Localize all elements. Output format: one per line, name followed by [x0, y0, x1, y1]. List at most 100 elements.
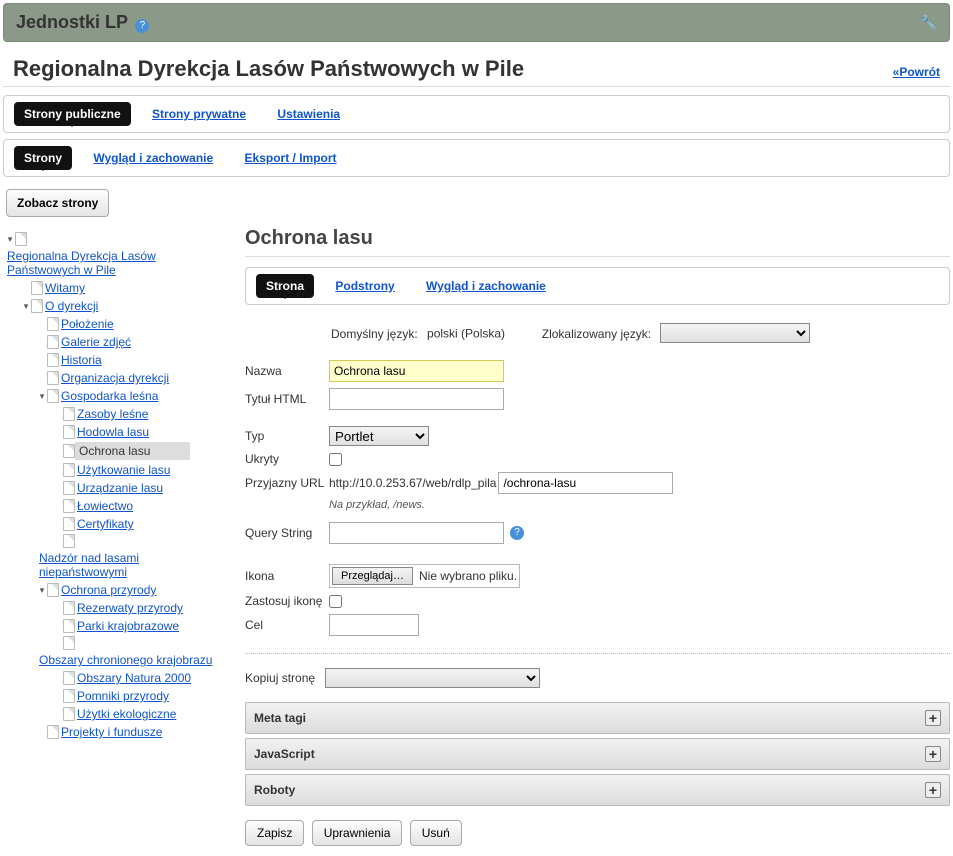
url-prefix: http://10.0.253.67/web/rdlp_pila [329, 476, 498, 490]
return-link[interactable]: «Powrót [893, 65, 940, 79]
page-icon [47, 371, 59, 385]
page-icon [47, 317, 59, 331]
tree-toggle[interactable]: ▾ [37, 391, 47, 402]
page-icon [63, 619, 75, 633]
copy-page-select[interactable] [325, 668, 540, 688]
page-icon [47, 335, 59, 349]
tree-item[interactable]: Położenie [59, 316, 116, 332]
type-select[interactable]: Portlet [329, 426, 429, 446]
page-icon [63, 636, 75, 650]
hidden-label: Ukryty [245, 452, 329, 466]
copy-label: Kopiuj stronę [245, 671, 315, 685]
help-icon[interactable]: ? [510, 526, 524, 540]
tree-toggle[interactable]: ▾ [5, 234, 15, 245]
tab-page[interactable]: Strona [256, 274, 314, 298]
page-icon [63, 707, 75, 721]
tree-item[interactable]: Projekty i fundusze [59, 724, 164, 740]
page-icon [63, 671, 75, 685]
panel-title: JavaScript [254, 747, 315, 761]
page-icon [63, 499, 75, 513]
tree-toggle[interactable]: ▾ [37, 585, 47, 596]
content-title: Ochrona lasu [245, 227, 950, 257]
tab-look-feel[interactable]: Wygląd i zachowanie [83, 146, 223, 170]
page-icon [63, 481, 75, 495]
tree-item[interactable]: Ochrona przyrody [59, 582, 158, 598]
tab-export-import[interactable]: Eksport / Import [235, 146, 347, 170]
icon-label: Ikona [245, 569, 329, 583]
tree-item[interactable]: Parki krajobrazowe [75, 618, 181, 634]
page-detail-tabs: Strona Podstrony Wygląd i zachowanie [245, 267, 950, 305]
page-icon [47, 583, 59, 597]
tab-look[interactable]: Wygląd i zachowanie [416, 274, 556, 298]
browse-button[interactable]: Przeglądaj… [332, 567, 413, 585]
page-icon [63, 463, 75, 477]
tree-item[interactable]: Urządzanie lasu [75, 480, 165, 496]
tab-public-pages[interactable]: Strony publiczne [14, 102, 131, 126]
tree-item[interactable]: Gospodarka leśna [59, 388, 160, 404]
tree-item[interactable]: Użytkowanie lasu [75, 462, 172, 478]
url-hint: Na przykład, /news. [245, 499, 950, 511]
expand-icon[interactable]: + [925, 710, 941, 726]
page-icon [63, 689, 75, 703]
expand-icon[interactable]: + [925, 782, 941, 798]
query-label: Query String [245, 526, 329, 540]
tree-item[interactable]: Obszary chronionego krajobrazu [37, 652, 214, 668]
tree-item[interactable]: Certyfikaty [75, 516, 136, 532]
tree-item[interactable]: Witamy [43, 280, 87, 296]
page-icon [63, 407, 75, 421]
tree-item[interactable]: Łowiectwo [75, 498, 135, 514]
tree-item[interactable]: Użytki ekologiczne [75, 706, 178, 722]
tree-item[interactable]: Organizacja dyrekcji [59, 370, 171, 386]
page-icon [31, 299, 43, 313]
tree-root[interactable]: Regionalna Dyrekcja Lasów Państwowych w … [5, 248, 225, 278]
name-input[interactable] [329, 360, 504, 382]
secondary-tabs: Strony Wygląd i zachowanie Eksport / Imp… [3, 139, 950, 177]
page-icon [15, 232, 27, 246]
query-input[interactable] [329, 522, 504, 544]
view-pages-button[interactable]: Zobacz strony [6, 189, 109, 217]
page-icon [63, 517, 75, 531]
friendly-url-input[interactable] [498, 472, 673, 494]
panel-meta-tags[interactable]: Meta tagi + [245, 702, 950, 734]
tab-settings[interactable]: Ustawienia [267, 102, 350, 126]
tree-item[interactable]: Obszary Natura 2000 [75, 670, 193, 686]
page-title: Regionalna Dyrekcja Lasów Państwowych w … [13, 56, 524, 82]
default-lang-label: Domyślny język: [331, 327, 418, 341]
target-input[interactable] [329, 614, 419, 636]
apply-icon-label: Zastosuj ikonę [245, 594, 329, 608]
tree-item[interactable]: Nadzór nad lasami niepaństwowymi [37, 550, 225, 580]
tab-children[interactable]: Podstrony [325, 274, 404, 298]
page-tree: ▾ Regionalna Dyrekcja Lasów Państwowych … [3, 227, 233, 856]
wrench-icon[interactable]: 🔧 [920, 14, 937, 31]
tree-item[interactable]: Hodowla lasu [75, 424, 151, 440]
primary-tabs: Strony publiczne Strony prywatne Ustawie… [3, 95, 950, 133]
tree-item[interactable]: Historia [59, 352, 104, 368]
tree-item[interactable]: Rezerwaty przyrody [75, 600, 185, 616]
header-title: Jednostki LP [16, 12, 128, 32]
tree-item[interactable]: Pomniki przyrody [75, 688, 171, 704]
tree-toggle[interactable]: ▾ [21, 301, 31, 312]
html-title-input[interactable] [329, 388, 504, 410]
localized-lang-label: Zlokalizowany język: [542, 327, 651, 341]
html-title-label: Tytuł HTML [245, 392, 329, 406]
target-label: Cel [245, 618, 329, 632]
page-icon [63, 534, 75, 548]
hidden-checkbox[interactable] [329, 453, 342, 466]
tree-item-selected[interactable]: Ochrona lasu [75, 442, 190, 460]
tree-item[interactable]: Galerie zdjęć [59, 334, 133, 350]
localized-lang-select[interactable] [660, 323, 810, 343]
permissions-button[interactable]: Uprawnienia [312, 820, 403, 846]
panel-javascript[interactable]: JavaScript + [245, 738, 950, 770]
page-icon [47, 353, 59, 367]
panel-robots[interactable]: Roboty + [245, 774, 950, 806]
page-icon [47, 389, 59, 403]
delete-button[interactable]: Usuń [410, 820, 462, 846]
apply-icon-checkbox[interactable] [329, 595, 342, 608]
save-button[interactable]: Zapisz [245, 820, 304, 846]
tree-item[interactable]: O dyrekcji [43, 298, 100, 314]
tab-private-pages[interactable]: Strony prywatne [142, 102, 256, 126]
tree-item[interactable]: Zasoby leśne [75, 406, 150, 422]
tab-pages[interactable]: Strony [14, 146, 72, 170]
expand-icon[interactable]: + [925, 746, 941, 762]
help-icon[interactable]: ? [135, 19, 149, 33]
